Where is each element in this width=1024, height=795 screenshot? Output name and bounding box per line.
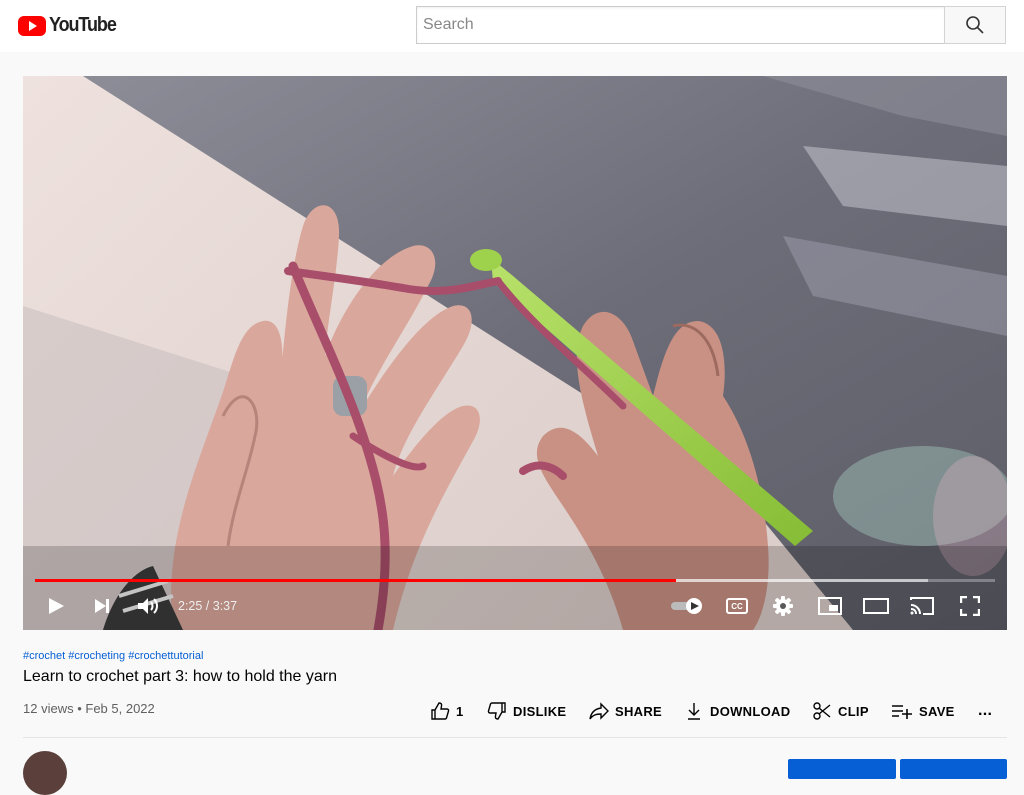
video-player[interactable]: 2:25 / 3:37 CC — [23, 76, 1007, 630]
scissors-icon — [813, 702, 831, 720]
play-icon — [49, 598, 64, 614]
clip-button[interactable]: CLIP — [812, 697, 869, 725]
more-icon: ... — [978, 702, 993, 719]
like-button[interactable]: 1 — [430, 697, 464, 725]
video-meta: 12 views • Feb 5, 2022 — [23, 701, 155, 716]
cast-button[interactable] — [907, 588, 937, 624]
search-input[interactable] — [417, 7, 945, 43]
share-icon — [589, 702, 609, 720]
video-title: Learn to crochet part 3: how to hold the… — [23, 668, 337, 685]
next-icon — [95, 599, 109, 613]
join-button[interactable] — [788, 759, 896, 779]
like-count: 1 — [456, 703, 464, 719]
thumbs-down-icon — [487, 702, 506, 720]
autoplay-toggle[interactable] — [667, 588, 707, 624]
autoplay-toggle-icon — [671, 598, 702, 614]
theater-mode-button[interactable] — [861, 588, 891, 624]
fullscreen-button[interactable] — [955, 588, 985, 624]
subtitles-button[interactable]: CC — [723, 588, 751, 624]
volume-icon — [138, 598, 158, 614]
subscribe-button[interactable] — [900, 759, 1007, 779]
channel-avatar[interactable] — [23, 751, 67, 795]
upload-date: Feb 5, 2022 — [85, 701, 155, 716]
masthead: YouTube — [0, 0, 1024, 52]
add-to-playlist-icon — [892, 705, 912, 719]
time-display: 2:25 / 3:37 — [178, 599, 238, 613]
video-frame — [23, 76, 1007, 630]
hashtag-link[interactable]: #crochettutorial — [128, 650, 203, 662]
download-label: DOWNLOAD — [710, 703, 791, 719]
view-count: 12 views — [23, 701, 74, 716]
miniplayer-button[interactable] — [815, 588, 845, 624]
search-button[interactable] — [944, 6, 1006, 44]
share-label: SHARE — [615, 703, 663, 719]
hashtag-link[interactable]: #crochet — [23, 650, 65, 662]
youtube-logo[interactable]: YouTube — [18, 14, 123, 37]
hashtag-list: #crochet #crocheting #crochettutorial — [23, 650, 203, 662]
download-icon — [688, 703, 700, 720]
share-button[interactable]: SHARE — [589, 697, 662, 725]
hashtag-link[interactable]: #crocheting — [68, 650, 125, 662]
save-label: SAVE — [919, 703, 955, 719]
settings-icon — [773, 596, 793, 616]
dislike-label: DISLIKE — [513, 703, 567, 719]
youtube-play-logo-icon — [18, 15, 46, 36]
progress-bar[interactable] — [35, 579, 995, 582]
dislike-button[interactable]: DISLIKE — [487, 697, 566, 725]
search-icon — [966, 16, 984, 34]
search-box — [416, 6, 945, 44]
clip-label: CLIP — [838, 703, 869, 719]
miniplayer-icon — [818, 597, 842, 615]
logo-text: YouTube — [49, 14, 117, 36]
thumbs-up-icon — [431, 702, 450, 720]
played-bar — [35, 579, 677, 582]
play-button[interactable] — [41, 588, 71, 624]
next-button[interactable] — [87, 588, 117, 624]
cast-icon — [910, 597, 934, 615]
save-button[interactable]: SAVE — [891, 697, 955, 725]
more-actions-button[interactable]: ... — [978, 697, 992, 725]
section-divider — [23, 737, 1007, 738]
theater-icon — [863, 598, 889, 614]
player-controls: 2:25 / 3:37 CC — [23, 588, 1007, 624]
settings-button[interactable] — [769, 588, 797, 624]
download-button[interactable]: DOWNLOAD — [684, 697, 790, 725]
fullscreen-icon — [960, 596, 980, 616]
cc-icon: CC — [726, 598, 748, 614]
volume-button[interactable] — [133, 588, 163, 624]
